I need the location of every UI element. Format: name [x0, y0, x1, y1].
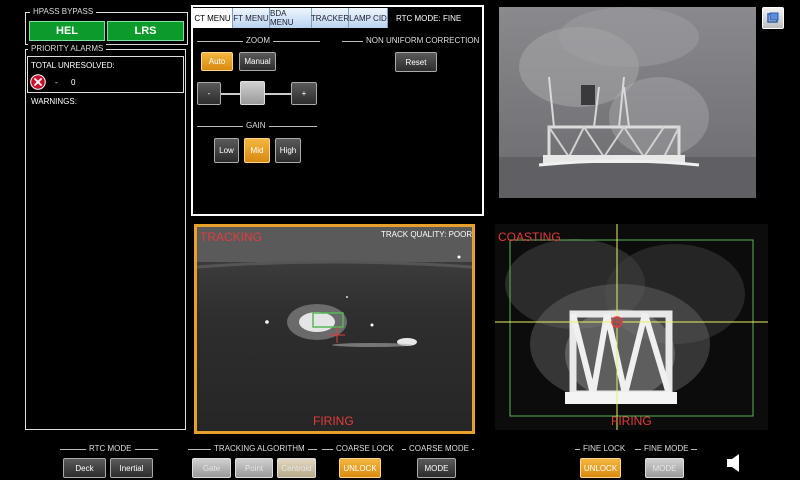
tracking-firing-label: FIRING: [313, 414, 354, 428]
fine-mode-title: FINE MODE: [641, 444, 692, 453]
tab-ft-menu[interactable]: FT MENU: [233, 8, 270, 28]
gain-title: GAIN: [243, 121, 269, 130]
tracking-camera-feed[interactable]: [194, 224, 475, 434]
tracking-status-label: TRACKING: [200, 230, 263, 244]
window-restore-icon[interactable]: [762, 7, 784, 29]
speaker-icon[interactable]: [726, 452, 742, 474]
priority-alarms-title: PRIORITY ALARMS: [28, 44, 107, 53]
algo-gate-button[interactable]: Gate: [192, 458, 231, 478]
zoom-minus-button[interactable]: -: [197, 82, 221, 105]
zoom-plus-button[interactable]: +: [291, 82, 317, 105]
fine-lock-title: FINE LOCK: [580, 444, 629, 453]
total-unresolved-label: TOTAL UNRESOLVED:: [31, 61, 115, 70]
overview-scene: [499, 7, 756, 198]
rtc-mode-title: RTC MODE: [86, 444, 135, 453]
fine-mode-button[interactable]: MODE: [645, 458, 684, 478]
hel-button[interactable]: HEL: [29, 21, 105, 41]
fine-track-camera-feed[interactable]: [495, 224, 768, 430]
tab-ct-menu[interactable]: CT MENU: [193, 8, 233, 28]
gain-mid-button[interactable]: Mid: [244, 138, 270, 163]
priority-alarms-panel: [25, 49, 186, 430]
count-dash: -: [55, 78, 58, 87]
rtc-mode-status: RTC MODE: FINE: [396, 14, 462, 23]
warnings-label: WARNINGS:: [31, 97, 77, 106]
zoom-auto-button[interactable]: Auto: [201, 52, 233, 71]
zoom-slider-thumb[interactable]: [240, 81, 265, 105]
fine-status-label: COASTING: [498, 230, 561, 244]
tab-bar: CT MENU FT MENU BDA MENU TRACKER LAMP CI…: [193, 7, 388, 28]
coarse-mode-button[interactable]: MODE: [417, 458, 456, 478]
track-quality-label: TRACK QUALITY: POOR: [381, 230, 473, 239]
algo-centroid-button[interactable]: Centroid: [277, 458, 316, 478]
lrs-button[interactable]: LRS: [107, 21, 184, 41]
total-unresolved-count: 0: [71, 78, 76, 87]
nuc-reset-button[interactable]: Reset: [395, 52, 437, 72]
coarse-mode-title: COARSE MODE: [406, 444, 473, 453]
gain-low-button[interactable]: Low: [214, 138, 239, 163]
fine-track-scene: [495, 224, 768, 430]
zoom-title: ZOOM: [243, 36, 273, 45]
nuc-title: NON UNIFORM CORRECTION: [363, 36, 483, 45]
rtc-deck-button[interactable]: Deck: [63, 458, 106, 478]
close-circle-icon[interactable]: [30, 74, 46, 90]
overview-camera-feed[interactable]: [499, 7, 756, 198]
hpass-bypass-title: HPASS BYPASS: [30, 7, 97, 16]
fine-unlock-button[interactable]: UNLOCK: [580, 458, 621, 478]
rtc-inertial-button[interactable]: Inertial: [110, 458, 153, 478]
tab-bda-menu[interactable]: BDA MENU: [270, 8, 312, 28]
tracking-algorithm-title: TRACKING ALGORITHM: [211, 444, 308, 453]
coarse-lock-title: COARSE LOCK: [333, 444, 397, 453]
coarse-unlock-button[interactable]: UNLOCK: [339, 458, 381, 478]
gain-high-button[interactable]: High: [275, 138, 301, 163]
zoom-manual-button[interactable]: Manual: [239, 52, 276, 71]
tab-lamp-cid[interactable]: LAMP CID: [349, 8, 388, 28]
tab-tracker[interactable]: TRACKER: [311, 8, 349, 28]
fine-firing-label: FIRING: [611, 414, 652, 428]
tracking-scene: [197, 227, 472, 347]
algo-point-button[interactable]: Point: [235, 458, 273, 478]
